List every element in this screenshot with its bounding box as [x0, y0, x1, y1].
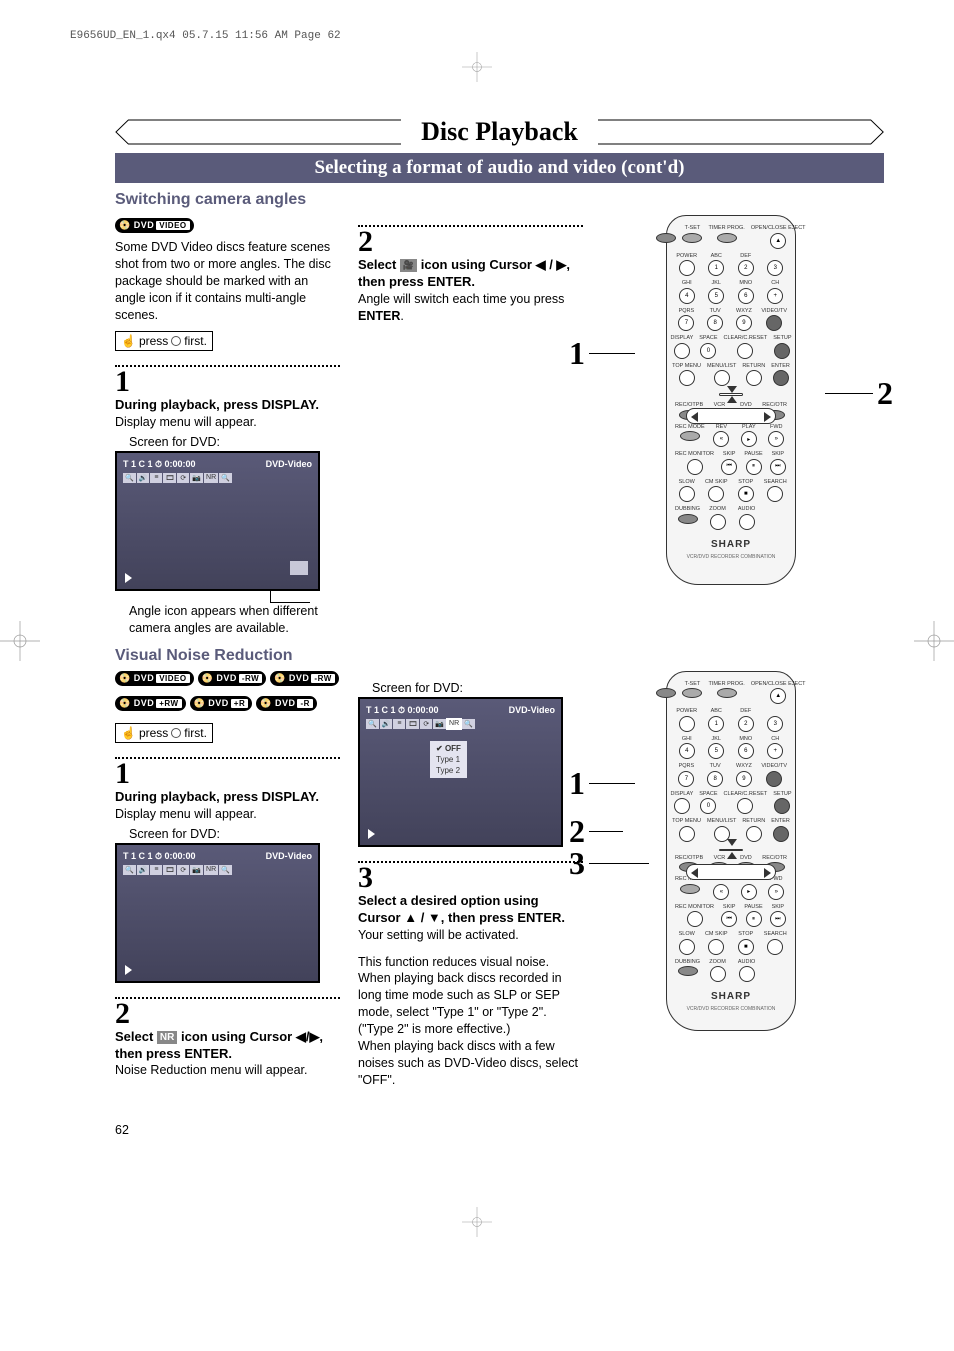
enter-button	[773, 370, 789, 386]
press-dvd-first-tip: ☝ press first.	[115, 331, 213, 351]
screen-caption: Screen for DVD:	[129, 435, 340, 449]
section-bar: Selecting a format of audio and video (c…	[115, 153, 884, 183]
heading-camera-angles: Switching camera angles	[115, 191, 884, 209]
dvd-button-icon	[171, 728, 181, 738]
vnr-screen-caption: Screen for DVD:	[129, 827, 340, 841]
play-icon	[125, 573, 132, 583]
angle-icon-note: Angle icon appears when different camera…	[129, 603, 340, 637]
vnr-screen-mock-2: T 1 C 1 ⏱ 0:00:00 DVD-Video 🔍🔊≡🎞⟳📷NR🔍 ✔ …	[358, 697, 563, 847]
heading-vnr: Visual Noise Reduction	[115, 647, 884, 665]
num-4-button: 4	[679, 288, 695, 304]
num-2-button: 2	[738, 260, 754, 276]
num-5-button: 5	[708, 288, 724, 304]
screen-disc-type: DVD-Video	[266, 459, 312, 470]
audio-button	[739, 514, 755, 530]
rev-button: «	[713, 431, 729, 447]
recmon-button	[687, 459, 703, 475]
fwd-button: »	[768, 431, 784, 447]
vnr-step-2-instruction: Select NR icon using Cursor ◀/▶, then pr…	[115, 1029, 340, 1063]
tset-button	[682, 233, 702, 243]
stop-button: ■	[738, 486, 754, 502]
num-9-button: 9	[736, 315, 752, 331]
dubbing-button	[678, 514, 698, 524]
zoom-button	[710, 514, 726, 530]
angle-button-icon: 🎥	[400, 259, 417, 273]
power-button	[679, 260, 695, 276]
vnr-step-3-paragraph: This function reduces visual noise. When…	[358, 954, 583, 1089]
vnr-step-3-detail: Your setting will be activated.	[358, 927, 583, 944]
menulist-button	[714, 370, 730, 386]
step-2-number: 2	[358, 227, 583, 257]
ch-up-button: +	[767, 288, 783, 304]
num-1-button: 1	[708, 260, 724, 276]
topmenu-button	[679, 370, 695, 386]
remote-diagram-a: 1 2 T-SET TIMER PROG. OPEN/CLOSE EJECT▲ …	[601, 215, 861, 585]
disc-type-badges: 📀 DVDVIDEO 📀 DVD-RW 📀 DVD-RW 📀 DVD+RW 📀 …	[115, 671, 340, 717]
step-1-detail: Display menu will appear.	[115, 414, 340, 431]
angle-icon	[290, 561, 308, 575]
vnr-step-3-instruction: Select a desired option using Cursor ▲ /…	[358, 893, 583, 927]
angles-intro-text: Some DVD Video discs feature scenes shot…	[115, 239, 340, 323]
slow-button	[679, 486, 695, 502]
skip-back-button: ⏮	[721, 459, 737, 475]
step-2-instruction: Select 🎥 icon using Cursor ◀ / ▶, then p…	[358, 257, 583, 291]
nr-dropdown: ✔ OFF Type 1 Type 2	[430, 741, 467, 779]
pause-button: ⏸	[746, 459, 762, 475]
dvd-button-icon	[171, 336, 181, 346]
timer-button	[717, 233, 737, 243]
callout-b3: 3	[569, 845, 585, 882]
videotv-button	[766, 315, 782, 331]
cursor-pad	[686, 393, 776, 396]
screen-icon-row: 🔍🔊≡🎞⟳📷NR🔍	[123, 473, 312, 483]
vnr-screen-caption-2: Screen for DVD:	[372, 681, 583, 695]
remote-brand: SHARP	[711, 539, 751, 550]
setup-button	[774, 343, 790, 359]
num-3-button: 3	[767, 260, 783, 276]
remote-diagram-b: 1 2 3 T-SET TIMER PROG. OPEN/CLOSE EJECT…	[601, 671, 861, 1031]
step-1-instruction: During playback, press DISPLAY.	[115, 397, 340, 414]
hand-press-icon: ☝	[121, 334, 136, 348]
page-number: 62	[115, 1123, 884, 1137]
press-dvd-first-tip: ☝ press first.	[115, 723, 213, 743]
num-0-button: 0	[700, 343, 716, 359]
search-button	[767, 486, 783, 502]
step-2-detail: Angle will switch each time you press EN…	[358, 291, 583, 325]
num-8-button: 8	[707, 315, 723, 331]
hand-press-icon: ☝	[121, 726, 136, 740]
vnr-step-3-number: 3	[358, 863, 583, 893]
screen-time-info: T 1 C 1 ⏱ 0:00:00	[123, 459, 196, 470]
vnr-screen-mock-1: T 1 C 1 ⏱ 0:00:00 DVD-Video 🔍🔊≡🎞⟳📷NR🔍	[115, 843, 320, 983]
step-1-number: 1	[115, 367, 340, 397]
skip-fwd-button: ⏭	[770, 459, 786, 475]
callout-2: 2	[877, 375, 893, 412]
page-title: Disc Playback	[401, 117, 598, 147]
file-header: E9656UD_EN_1.qx4 05.7.15 11:56 AM Page 6…	[0, 0, 954, 42]
cmskip-button	[708, 486, 724, 502]
recmode-button	[680, 431, 700, 441]
callout-b1: 1	[569, 765, 585, 802]
play-button: ▸	[741, 431, 757, 447]
vnr-step-1-detail: Display menu will appear.	[115, 806, 340, 823]
display-button	[674, 343, 690, 359]
vnr-step-2-number: 2	[115, 999, 340, 1029]
return-button	[746, 370, 762, 386]
vnr-step-1-number: 1	[115, 759, 340, 789]
eject-button: ▲	[770, 233, 786, 249]
vnr-step-2-detail: Noise Reduction menu will appear.	[115, 1062, 340, 1079]
dvd-screen-mock: T 1 C 1 ⏱ 0:00:00 DVD-Video 🔍🔊≡🎞⟳📷NR🔍	[115, 451, 320, 591]
standby-button	[656, 233, 676, 243]
dvd-video-badge: 📀 DVDVIDEO	[115, 218, 194, 233]
vnr-step-1-instruction: During playback, press DISPLAY.	[115, 789, 340, 806]
clear-button	[737, 343, 753, 359]
callout-1: 1	[569, 335, 585, 372]
remote-subbrand: VCR/DVD RECORDER COMBINATION	[687, 555, 776, 561]
top-register-mark	[0, 52, 954, 87]
num-6-button: 6	[738, 288, 754, 304]
nr-button-icon: NR	[157, 1031, 177, 1044]
bottom-register-mark	[0, 1207, 954, 1242]
num-7-button: 7	[678, 315, 694, 331]
